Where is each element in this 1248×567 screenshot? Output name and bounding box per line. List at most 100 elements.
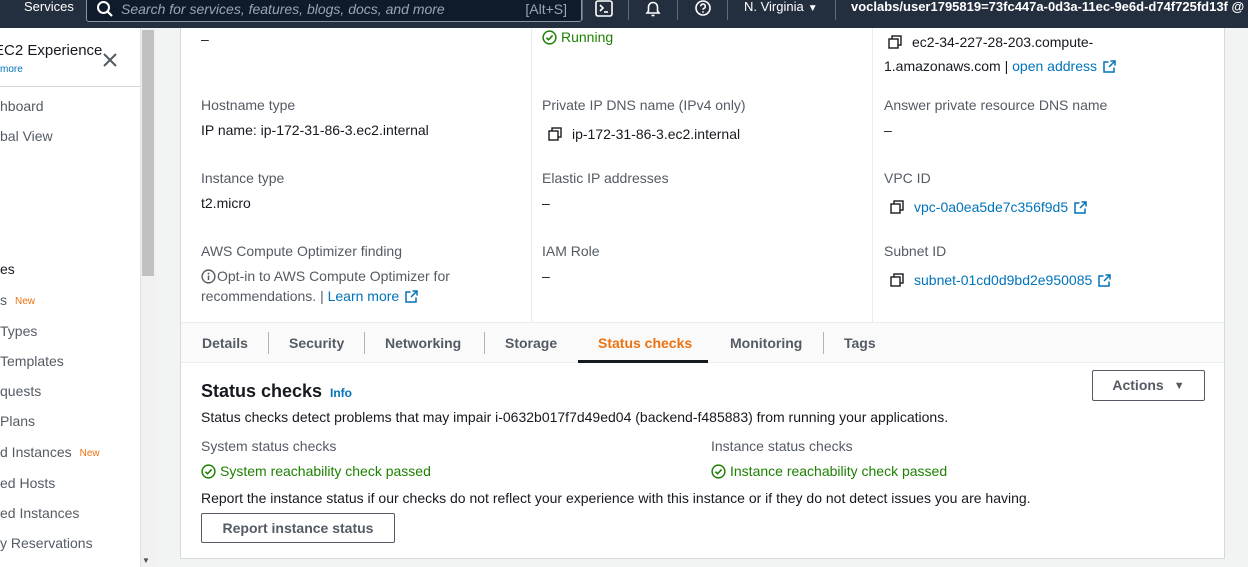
system-status-value: System reachability check passed [201, 463, 431, 479]
tab-storage[interactable]: Storage [505, 335, 557, 351]
hostname-type-label: Hostname type [201, 97, 296, 113]
scroll-down-arrow-icon[interactable]: ▼ [142, 556, 150, 565]
detail-tabs: Details Security Networking Storage Stat… [181, 322, 1224, 363]
external-link-icon [1103, 60, 1116, 73]
copy-icon[interactable] [888, 35, 902, 49]
copy-icon[interactable] [890, 273, 904, 287]
tab-status-checks[interactable]: Status checks [598, 335, 692, 351]
services-menu[interactable]: Services [24, 0, 74, 14]
tab-monitoring[interactable]: Monitoring [730, 335, 802, 351]
private-dns-label: Private IP DNS name (IPv4 only) [542, 97, 746, 113]
tab-divider [268, 332, 269, 354]
new-badge: New [79, 448, 100, 459]
notifications-bell-icon[interactable] [643, 0, 663, 20]
top-navigation-bar: Services Search for services, features, … [0, 0, 1248, 28]
instance-details-panel: – Running ec2-34-227-28-203.compute- 1.a… [180, 28, 1225, 559]
sidebar-item-spot-requests[interactable]: quests [0, 383, 41, 399]
search-box[interactable]: Search for services, features, blogs, do… [86, 0, 582, 22]
status-checks-title: Status checks [201, 381, 323, 401]
instance-status-value: Instance reachability check passed [711, 463, 947, 479]
info-circle-icon [201, 269, 216, 284]
copy-icon[interactable] [548, 127, 562, 141]
sidebar-item-instances[interactable]: s New [0, 292, 35, 308]
tab-divider [364, 332, 365, 354]
learn-more-link[interactable]: Learn more [328, 288, 419, 304]
answer-dns-value: – [884, 122, 892, 138]
sidebar-item-dedicated-hosts[interactable]: ed Hosts [0, 475, 55, 491]
system-status-text: System reachability check passed [220, 463, 431, 479]
external-link-icon [1098, 274, 1112, 287]
open-address-label: open address [1012, 58, 1097, 74]
caret-down-icon: ▼ [1173, 380, 1185, 392]
sidebar-section-instances[interactable]: es [0, 261, 15, 277]
vpc-id-link[interactable]: vpc-0a0ea5de7c356f9d5 [890, 199, 1087, 215]
sidebar-item-launch-templates[interactable]: Templates [0, 353, 64, 369]
success-check-icon [711, 464, 726, 479]
separator: | [1004, 58, 1009, 74]
tab-details[interactable]: Details [202, 335, 248, 351]
region-label: N. Virginia [744, 0, 804, 14]
system-status-label: System status checks [201, 438, 337, 454]
info-link[interactable]: Info [330, 386, 352, 400]
instance-type-label: Instance type [201, 170, 285, 186]
sidebar-item-reserved-instances[interactable]: d Instances New [0, 444, 100, 460]
compute-optimizer-text-cont: recommendations. [201, 288, 317, 304]
search-placeholder: Search for services, features, blogs, do… [121, 1, 445, 17]
vpc-id-text: vpc-0a0ea5de7c356f9d5 [914, 199, 1069, 215]
region-selector[interactable]: N. Virginia ▼ [744, 0, 818, 16]
instance-type-value: t2.micro [201, 195, 251, 211]
answer-dns-label: Answer private resource DNS name [884, 97, 1108, 113]
sidebar-item-savings-plans[interactable]: Plans [0, 413, 35, 429]
close-icon[interactable] [101, 51, 119, 69]
elastic-ip-label: Elastic IP addresses [542, 170, 669, 186]
tab-divider [823, 332, 824, 354]
top-left-value: – [201, 31, 209, 47]
vpc-id-label: VPC ID [884, 170, 931, 186]
actions-label: Actions [1112, 377, 1164, 393]
tab-tags[interactable]: Tags [844, 335, 876, 351]
search-icon [97, 1, 113, 17]
public-dns-text-cont: 1.amazonaws.com [884, 58, 1001, 74]
public-dns-line2: 1.amazonaws.com | open address [884, 58, 1116, 74]
sidebar-item-scheduled-instances[interactable]: ed Instances [0, 505, 79, 521]
success-check-icon [542, 30, 557, 45]
compute-optimizer-text: Opt-in to AWS Compute Optimizer for [217, 268, 450, 284]
column-divider [872, 28, 873, 322]
external-link-icon [1074, 201, 1087, 214]
account-menu[interactable]: voclabs/user1795819=73fc447a-0d3a-11ec-9… [851, 0, 1248, 14]
sidebar-learn-more-link[interactable]: more [0, 64, 23, 75]
nav-divider [628, 0, 629, 20]
elastic-ip-value: – [542, 195, 550, 211]
iam-role-label: IAM Role [542, 243, 600, 259]
public-dns-text: ec2-34-227-28-203.compute- [912, 34, 1094, 50]
sidebar-item-dashboard[interactable]: hboard [0, 98, 44, 114]
sidebar-scrollbar-thumb[interactable] [142, 30, 154, 276]
new-badge: New [15, 296, 36, 307]
compute-optimizer-label: AWS Compute Optimizer finding [201, 243, 402, 259]
column-divider [531, 28, 532, 322]
subnet-id-link[interactable]: subnet-01cd0d9bd2e950085 [890, 272, 1112, 288]
cloudshell-icon[interactable] [594, 0, 614, 20]
caret-down-icon: ▼ [807, 3, 818, 14]
open-address-link[interactable]: open address [1012, 58, 1116, 74]
separator: | [320, 288, 324, 304]
sidebar-item-capacity-reservations[interactable]: y Reservations [0, 535, 93, 551]
tab-security[interactable]: Security [289, 335, 344, 351]
sidebar-header: EC2 Experience [0, 42, 103, 59]
hostname-type-value: IP name: ip-172-31-86-3.ec2.internal [201, 122, 429, 138]
sidebar: EC2 Experience more hboard bal View es s… [0, 28, 156, 567]
nav-divider [727, 0, 728, 20]
copy-icon[interactable] [890, 200, 904, 214]
sidebar-item-instance-types[interactable]: Types [0, 323, 37, 339]
active-tab-indicator [578, 360, 708, 363]
help-icon[interactable] [693, 0, 713, 20]
sidebar-divider [0, 86, 140, 87]
report-instance-status-button[interactable]: Report instance status [201, 513, 395, 543]
success-check-icon [201, 464, 216, 479]
instance-state-label: Running [561, 29, 614, 45]
sidebar-item-global-view[interactable]: bal View [0, 128, 53, 144]
public-dns-line1: ec2-34-227-28-203.compute- [888, 34, 1093, 50]
tab-networking[interactable]: Networking [385, 335, 461, 351]
actions-button[interactable]: Actions ▼ [1092, 370, 1205, 401]
sidebar-item-label: s [0, 292, 7, 308]
